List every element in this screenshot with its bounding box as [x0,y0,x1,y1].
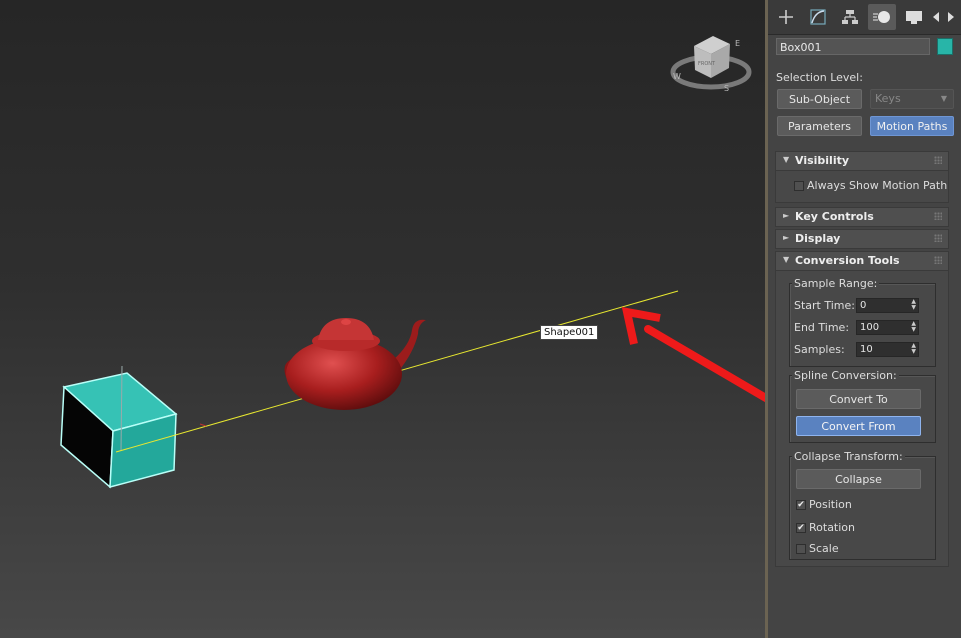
tab-scroll-right[interactable] [945,4,957,30]
perspective-viewport[interactable]: FRONT W S E Shape001 [0,0,765,638]
display-monitor-icon [906,11,922,24]
modify-curve-icon [810,9,826,25]
position-label: Position [809,498,852,511]
triangle-right-icon: ► [783,233,790,242]
rollout-key-controls-title: Key Controls [795,210,874,223]
compass-west-label: W [673,72,681,81]
tab-hierarchy[interactable] [836,4,864,30]
tab-create[interactable] [772,4,800,30]
always-show-motion-path-label: Always Show Motion Path [807,179,948,192]
collapse-button[interactable]: Collapse [796,469,921,489]
spinner-arrows-icon[interactable]: ▲ ▼ [911,343,916,355]
rollout-conversion-tools-title: Conversion Tools [795,254,900,267]
motion-icon [873,11,890,23]
rollout-visibility-header[interactable]: ▼ Visibility [775,151,949,171]
box-object[interactable] [60,365,178,489]
selection-level-label: Selection Level: [776,71,863,84]
samples-spinner[interactable]: 10 ▲ ▼ [856,342,919,357]
scene-canvas[interactable]: FRONT W S E [0,0,765,638]
sub-object-button[interactable]: Sub-Object [777,89,862,109]
object-tooltip: Shape001 [540,325,599,340]
triangle-right-icon: ► [783,211,790,220]
scale-label: Scale [809,542,839,555]
triangle-down-icon: ▼ [783,155,790,164]
end-time-label: End Time: [794,321,850,334]
rollout-display-header[interactable]: ► Display [775,229,949,249]
position-checkbox[interactable]: ✔ [796,500,806,510]
rollout-visibility-body: Always Show Motion Path [775,171,949,203]
end-time-value: 100 [860,322,880,333]
samples-label: Samples: [794,343,845,356]
samples-value: 10 [860,344,873,355]
create-plus-icon [779,10,793,24]
rollout-conversion-tools-header[interactable]: ▼ Conversion Tools [775,251,949,271]
start-time-value: 0 [860,300,867,311]
rollout-visibility-title: Visibility [795,154,850,167]
convert-from-button[interactable]: Convert From [796,416,921,436]
compass-east-label: E [735,39,740,48]
scale-checkbox[interactable] [796,544,806,554]
sub-object-dropdown[interactable]: Keys ▼ [870,89,954,109]
grip-icon [934,256,942,264]
tab-modify[interactable] [804,4,832,30]
command-panel: Box001 Selection Level: Sub-Object Keys … [768,0,961,638]
sample-range-title: Sample Range: [792,277,880,290]
rollout-conversion-tools-body: Sample Range: Start Time: 0 ▲ ▼ End Time:… [775,271,949,567]
teapot-object[interactable] [284,318,427,410]
tab-motion[interactable] [868,4,896,30]
chevron-right-icon [948,12,954,22]
parameters-button[interactable]: Parameters [777,116,862,136]
rotation-label: Rotation [809,521,856,534]
grip-icon [934,234,942,242]
tab-display[interactable] [900,4,928,30]
motion-paths-button[interactable]: Motion Paths [870,116,954,136]
convert-to-button[interactable]: Convert To [796,389,921,409]
command-panel-tabs [768,0,961,35]
object-name-field[interactable]: Box001 [776,38,930,55]
chevron-left-icon [933,12,939,22]
annotation-arrow [621,306,765,403]
triangle-down-icon: ▼ [783,255,790,264]
viewcube-front-label: FRONT [698,61,716,67]
rollout-key-controls-header[interactable]: ► Key Controls [775,207,949,227]
tab-scroll-left[interactable] [930,4,942,30]
start-time-label: Start Time: [794,299,855,312]
spline-conversion-title: Spline Conversion: [792,369,899,382]
object-color-swatch[interactable] [937,38,953,55]
start-time-spinner[interactable]: 0 ▲ ▼ [856,298,919,313]
grip-icon [934,156,942,164]
grip-icon [934,212,942,220]
viewcube[interactable]: FRONT W S E [670,36,752,93]
spinner-arrows-icon[interactable]: ▲ ▼ [911,321,916,333]
compass-south-label: S [724,84,729,93]
collapse-transform-title: Collapse Transform: [792,450,905,463]
always-show-motion-path-checkbox[interactable] [794,181,804,191]
hierarchy-icon [842,10,858,24]
chevron-down-icon: ▼ [940,94,947,103]
rotation-checkbox[interactable]: ✔ [796,523,806,533]
end-time-spinner[interactable]: 100 ▲ ▼ [856,320,919,335]
rollout-display-title: Display [795,232,841,245]
spinner-arrows-icon[interactable]: ▲ ▼ [911,299,916,311]
sub-object-dropdown-value: Keys [875,92,901,105]
